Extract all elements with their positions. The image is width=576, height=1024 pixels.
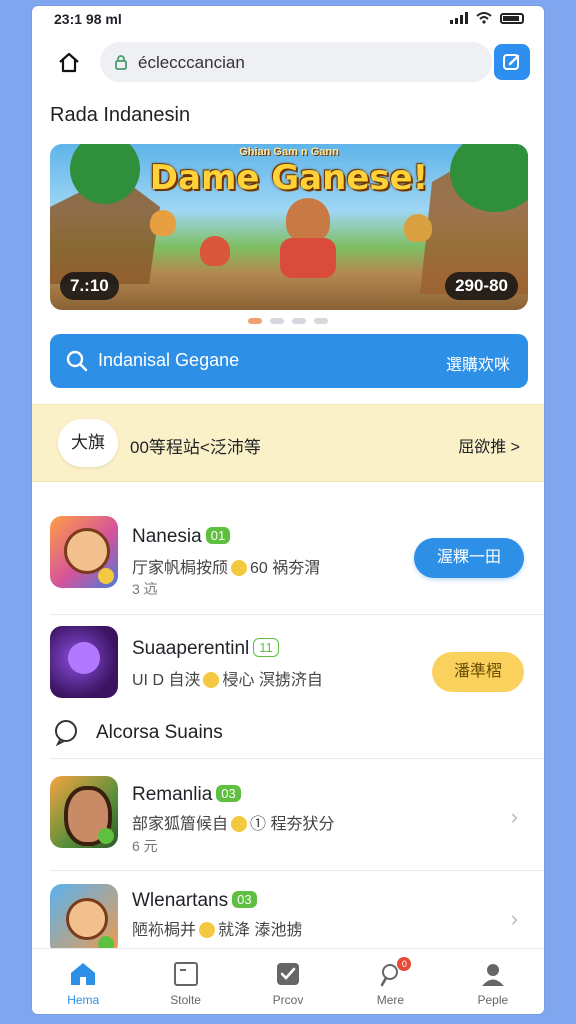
home-icon [71, 963, 96, 985]
install-button[interactable]: 渥粿一田 [414, 538, 524, 578]
app-icon [50, 516, 118, 588]
notification-badge: 0 [397, 957, 412, 971]
notification-icon-wrap: 0 [377, 957, 412, 987]
coin-icon [203, 672, 220, 688]
app-description: 陋袮梮并 就洚 溙池掳 [132, 922, 303, 939]
banner-character-main [286, 198, 330, 242]
divider [50, 870, 544, 871]
level-badge: 03 [216, 785, 241, 802]
app-name: Wlenartans 03 [132, 890, 257, 912]
list-item[interactable]: Wlenartans 03 陋袮梮并 就洚 溙池掳 › [32, 876, 544, 956]
level-badge: 11 [253, 638, 279, 657]
coin-icon [231, 560, 248, 576]
search-right-label[interactable]: 選購欢咪 [446, 351, 510, 375]
divider [50, 614, 544, 615]
check-icon [277, 963, 300, 985]
nav-label: Hema [67, 993, 100, 1007]
carousel-indicator[interactable] [32, 318, 544, 324]
level-badge: 03 [232, 891, 257, 908]
url-text: éclecccancian [138, 53, 245, 72]
nav-item-profile[interactable]: Peple [442, 949, 544, 1014]
bottom-nav: Hema Stolte Prcov 0 Mere Peple [32, 948, 544, 1014]
app-icon [50, 626, 118, 698]
app-name: Nanesia 01 [132, 526, 231, 548]
promo-badge: 大旗 [58, 419, 118, 467]
phone-screen: 23:1 98 ml éclecccancian Rada Indanesin … [32, 6, 544, 1014]
wifi-icon [476, 12, 492, 24]
nav-label: Stolte [170, 993, 201, 1007]
banner-character-body [280, 238, 336, 278]
banner-count-badge: 290-80 [445, 272, 518, 300]
coin-icon [231, 816, 248, 832]
list-item[interactable]: Remanlia 03 部家狐篃候自 ① 程夯犾分 6 元 › [32, 766, 544, 866]
banner-character [150, 210, 176, 236]
nav-item-store[interactable]: Stolte [134, 949, 236, 1014]
promo-text: 00等程站<泛沛等 [130, 438, 261, 457]
profile-icon [481, 964, 504, 986]
edit-button[interactable] [494, 44, 530, 80]
banner-character [200, 236, 230, 266]
nav-label: Prcov [272, 993, 304, 1007]
search-bar[interactable]: Indanisal Gegane 選購欢咪 [50, 334, 528, 388]
status-bar: 23:1 98 ml [32, 6, 544, 34]
store-icon [173, 962, 198, 986]
app-size: 3 迒 [132, 581, 158, 597]
action-button[interactable]: 潘準槢 [432, 652, 524, 692]
banner-subtitle: Ghian Gam n Gann [239, 146, 339, 158]
nav-label: Mere [376, 993, 405, 1007]
promo-more-link[interactable]: 屈欲推 > [458, 433, 520, 457]
app-name: Remanlia 03 [132, 784, 241, 806]
banner-title: Dame Ganese! [149, 158, 429, 198]
chevron-right-icon[interactable]: › [511, 804, 518, 830]
home-icon [59, 52, 79, 73]
status-time: 23:1 98 ml [54, 11, 122, 27]
nav-item-home[interactable]: Hema [32, 949, 134, 1014]
search-placeholder: Indanisal Gegane [98, 350, 240, 370]
level-badge: 01 [205, 527, 231, 544]
featured-banner[interactable]: Ghian Gam n Gann Dame Ganese! 7.:10 290-… [50, 144, 528, 310]
battery-icon [500, 12, 524, 24]
carousel-dot[interactable] [314, 318, 328, 324]
carousel-dot[interactable] [248, 318, 262, 324]
coin-icon [199, 922, 216, 938]
subsection-label: Alcorsa Suains [96, 722, 223, 743]
promo-strip[interactable]: 大旗 00等程站<泛沛等 屈欲推 > [32, 404, 544, 482]
home-button[interactable] [52, 46, 86, 80]
app-size: 6 元 [132, 838, 158, 854]
signal-icon [450, 12, 468, 24]
carousel-dot[interactable] [270, 318, 284, 324]
banner-time-badge: 7.:10 [60, 272, 119, 300]
status-icons [450, 12, 524, 24]
app-icon [50, 776, 118, 848]
search-icon [66, 350, 88, 372]
app-name: Suaaperentinl 11 [132, 638, 279, 660]
list-item[interactable]: Nanesia 01 厅家帆梮按颀 60 祸夯渭 3 迒 渥粿一田 [32, 514, 544, 614]
lock-icon [115, 55, 127, 70]
divider [50, 758, 544, 759]
address-bar[interactable]: éclecccancian [100, 42, 492, 82]
app-description: 部家狐篃候自 ① 程夯犾分 [132, 816, 335, 833]
carousel-dot[interactable] [292, 318, 306, 324]
app-icon [50, 884, 118, 956]
nav-item-check[interactable]: Prcov [237, 949, 339, 1014]
section-title: Rada Indanesin [50, 104, 191, 126]
nav-item-notifications[interactable]: 0 Mere [339, 949, 441, 1014]
edit-icon [503, 54, 520, 70]
app-description: 厅家帆梮按颀 60 祸夯渭 [132, 560, 321, 577]
app-description: UI D 自浃 梫心 溟掳济自 [132, 672, 323, 689]
banner-character [404, 214, 432, 242]
chevron-right-icon[interactable]: › [511, 906, 518, 932]
chat-icon [55, 720, 77, 746]
list-item[interactable]: Suaaperentinl 11 UI D 自浃 梫心 溟掳济自 潘準槢 [32, 622, 544, 712]
nav-label: Peple [477, 993, 509, 1007]
